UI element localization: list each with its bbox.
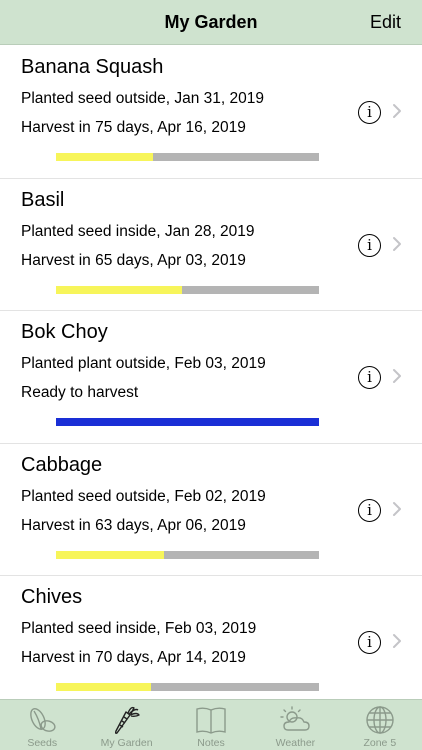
plant-row[interactable]: Bok Choy Planted plant outside, Feb 03, … (0, 311, 422, 444)
tab-zone[interactable]: Zone 5 (338, 700, 422, 750)
seeds-icon (30, 708, 56, 732)
page-title: My Garden (164, 12, 258, 32)
harvest-info: Harvest in 75 days, Apr 16, 2019 (21, 119, 246, 136)
plant-row[interactable]: Cabbage Planted seed outside, Feb 02, 20… (0, 444, 422, 576)
tab-label: My Garden (100, 737, 153, 749)
weather-icon (280, 706, 311, 731)
growth-progress-fill (56, 683, 151, 691)
info-icon[interactable]: i (358, 233, 381, 257)
carrot-icon (114, 706, 140, 734)
chevron-right-icon[interactable] (392, 236, 402, 252)
plant-name: Bok Choy (21, 321, 108, 343)
growth-progress-bar (56, 683, 319, 691)
tab-label: Notes (197, 737, 225, 749)
growth-progress-fill (56, 418, 319, 426)
plant-row[interactable]: Basil Planted seed inside, Jan 28, 2019 … (0, 179, 422, 311)
growth-progress-bar (56, 550, 319, 559)
tab-label: Zone 5 (363, 737, 397, 749)
plant-name: Basil (21, 188, 65, 211)
harvest-info: Ready to harvest (21, 384, 139, 401)
nav-bar: My Garden Edit (0, 0, 422, 45)
planted-info: Planted plant outside, Feb 03, 2019 (21, 355, 266, 372)
notebook-icon (196, 707, 226, 734)
harvest-info: Harvest in 63 days, Apr 06, 2019 (21, 516, 246, 534)
info-icon[interactable]: i (358, 498, 381, 522)
info-icon[interactable]: i (358, 366, 381, 389)
globe-icon (366, 706, 394, 734)
chevron-right-icon[interactable] (392, 633, 402, 649)
harvest-info: Harvest in 65 days, Apr 03, 2019 (21, 251, 246, 269)
growth-progress-bar (56, 418, 319, 426)
tab-label: Seeds (27, 737, 58, 749)
tab-weather[interactable]: Weather (253, 700, 337, 750)
tab-notes[interactable]: Notes (169, 700, 253, 750)
tab-my-garden[interactable]: My Garden (84, 700, 168, 750)
growth-progress-fill (56, 153, 154, 161)
planted-info: Planted seed inside, Feb 03, 2019 (21, 620, 257, 637)
growth-progress-bar (56, 153, 319, 161)
chevron-right-icon[interactable] (392, 103, 402, 119)
plant-name: Banana Squash (21, 56, 164, 78)
harvest-info: Harvest in 70 days, Apr 14, 2019 (21, 649, 246, 666)
growth-progress-bar (56, 285, 319, 294)
chevron-right-icon[interactable] (392, 501, 402, 517)
plant-list: Banana Squash Planted seed outside, Jan … (0, 46, 422, 699)
planted-info: Planted seed inside, Jan 28, 2019 (21, 222, 255, 240)
tab-bar: Seeds My Garden Notes Weather Zone 5 (0, 699, 422, 750)
info-icon[interactable]: i (358, 101, 381, 124)
plant-row[interactable]: Banana Squash Planted seed outside, Jan … (0, 46, 422, 179)
plant-row[interactable]: Chives Planted seed inside, Feb 03, 2019… (0, 576, 422, 699)
tab-seeds[interactable]: Seeds (0, 700, 84, 750)
growth-progress-fill (56, 550, 164, 559)
planted-info: Planted seed outside, Jan 31, 2019 (21, 90, 265, 107)
plant-name: Cabbage (21, 453, 103, 476)
plant-name: Chives (21, 586, 83, 608)
growth-progress-fill (56, 285, 183, 294)
info-icon[interactable]: i (358, 631, 381, 654)
edit-button[interactable]: Edit (370, 12, 401, 33)
tab-label: Weather (275, 737, 316, 749)
chevron-right-icon[interactable] (392, 368, 402, 384)
planted-info: Planted seed outside, Feb 02, 2019 (21, 487, 266, 505)
